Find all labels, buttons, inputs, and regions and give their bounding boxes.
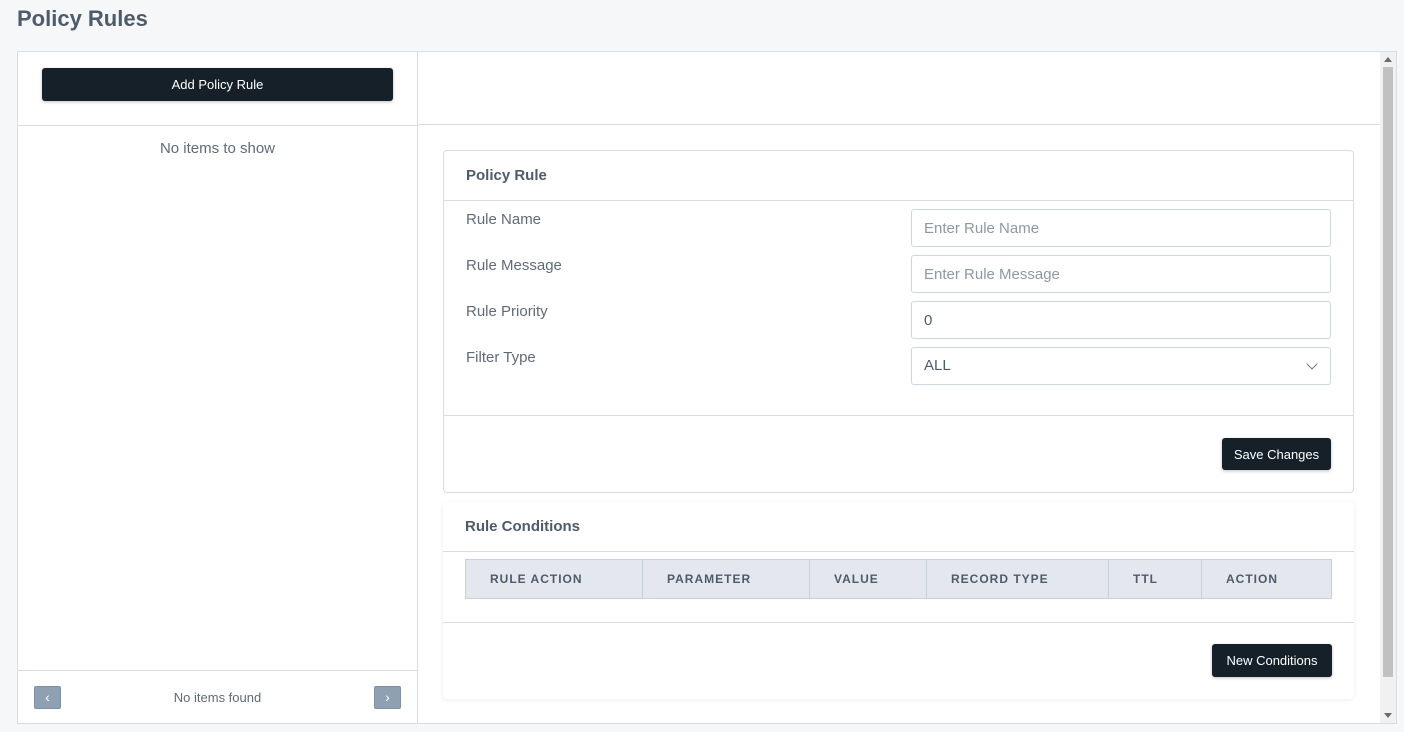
column-header: ACTION: [1226, 572, 1278, 586]
chevron-down-icon: [1306, 358, 1318, 370]
rule-priority-row: Rule Priority: [444, 301, 1353, 339]
filter-type-row: Filter Type ALL: [444, 347, 1353, 385]
divider: [444, 415, 1353, 416]
rule-name-row: Rule Name: [444, 209, 1353, 247]
column-header: PARAMETER: [643, 560, 810, 598]
column-header: VALUE: [810, 560, 927, 598]
detail-area: Policy Rule Rule Name Rule Message Rule …: [418, 52, 1382, 723]
scroll-thumb[interactable]: [1383, 67, 1393, 677]
next-page-button[interactable]: ›: [374, 686, 401, 709]
main-frame: Add Policy Rule No items to show ‹ No it…: [17, 51, 1397, 724]
page-title: Policy Rules: [17, 6, 148, 31]
rule-conditions-title: Rule Conditions: [443, 502, 1354, 552]
list-toolbar: Add Policy Rule: [18, 52, 417, 126]
new-conditions-button[interactable]: New Conditions: [1212, 644, 1332, 677]
scroll-down-icon[interactable]: [1384, 713, 1392, 718]
rule-message-row: Rule Message: [444, 255, 1353, 293]
filter-type-label: Filter Type: [466, 349, 536, 366]
rule-name-label: Rule Name: [466, 211, 542, 228]
rule-priority-input[interactable]: [911, 301, 1331, 339]
column-header: RULE ACTION: [466, 560, 643, 598]
rule-priority-label: Rule Priority: [466, 303, 548, 320]
policy-rule-card: Policy Rule Rule Name Rule Message Rule …: [443, 150, 1354, 493]
column-header: TTL: [1109, 560, 1202, 598]
filter-type-value: ALL: [924, 357, 951, 374]
rule-message-label: Rule Message: [466, 257, 562, 274]
rule-message-input[interactable]: [911, 255, 1331, 293]
add-policy-rule-button[interactable]: Add Policy Rule: [42, 68, 393, 101]
empty-list-message: No items to show: [159, 140, 276, 157]
scroll-up-icon[interactable]: [1384, 57, 1392, 62]
chevron-right-icon: ›: [385, 689, 390, 705]
rule-name-input[interactable]: [911, 209, 1331, 247]
rule-conditions-card: Rule Conditions RULE ACTION PARAMETER VA…: [443, 502, 1354, 699]
save-changes-button[interactable]: Save Changes: [1222, 438, 1331, 470]
policy-rule-title: Policy Rule: [444, 151, 1353, 201]
column-header: RECORD TYPE: [927, 560, 1109, 598]
list-pager: ‹ No items found ›: [18, 670, 417, 723]
divider: [443, 622, 1354, 623]
policy-rule-list-panel: Add Policy Rule No items to show ‹ No it…: [18, 52, 418, 723]
pager-status: No items found: [173, 690, 262, 705]
filter-type-select[interactable]: ALL: [911, 347, 1331, 385]
conditions-table-header: RULE ACTION PARAMETER VALUE RECORD TYPE …: [465, 559, 1332, 599]
vertical-scrollbar[interactable]: [1380, 52, 1396, 723]
detail-header: [418, 52, 1382, 125]
